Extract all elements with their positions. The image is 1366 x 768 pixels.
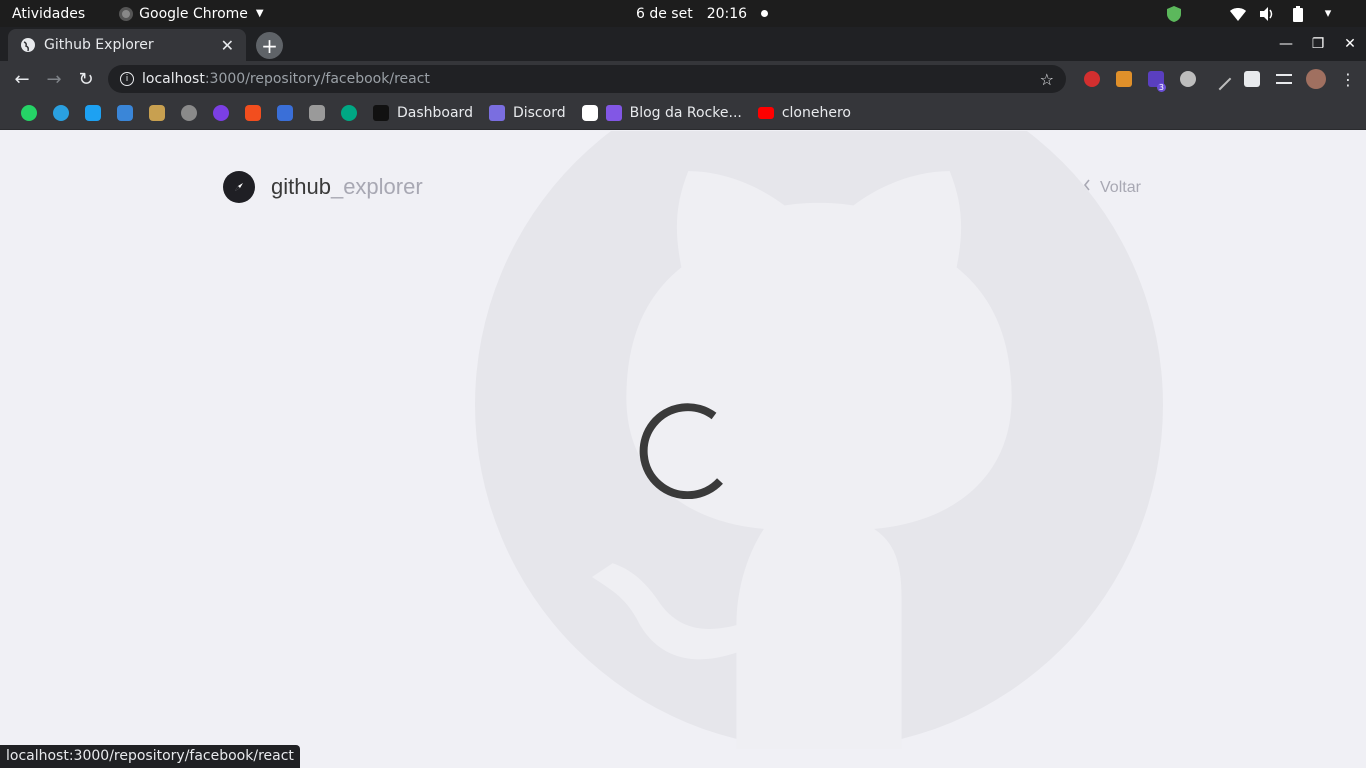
activities-button[interactable]: Atividades xyxy=(12,6,85,22)
forward-arrow-icon[interactable]: → xyxy=(38,61,70,97)
battery-icon[interactable] xyxy=(1290,5,1306,22)
clock-time: 20:16 xyxy=(706,5,748,22)
wifi-icon[interactable] xyxy=(1230,6,1246,22)
telegram-bookmark-icon[interactable] xyxy=(45,97,77,130)
media-queue-icon[interactable] xyxy=(1268,61,1300,97)
tab-strip: Github Explorer ✕ + — ❐ ✕ xyxy=(0,27,1366,61)
bookmark-label: Blog da Rocke... xyxy=(629,105,742,121)
bookmark-blog-rocketseat[interactable]: Blog da Rocke... xyxy=(605,97,750,130)
bds-bookmark-icon[interactable] xyxy=(141,97,173,130)
github-bookmark-icon[interactable] xyxy=(173,97,205,130)
status-url-bubble: localhost:3000/repository/facebook/react xyxy=(0,745,300,768)
profile-avatar[interactable] xyxy=(1300,61,1332,97)
new-tab-button[interactable]: + xyxy=(256,32,283,59)
youtube-icon xyxy=(757,107,774,119)
gear-extension-icon[interactable] xyxy=(1172,61,1204,97)
m-bookmark-icon[interactable] xyxy=(269,97,301,130)
address-bar[interactable]: i localhost:3000/repository/facebook/rea… xyxy=(108,65,1066,93)
bookmark-dashboard[interactable]: Dashboard xyxy=(365,97,481,130)
brand-accent: _explorer xyxy=(330,174,423,199)
twitter-bookmark-icon[interactable] xyxy=(77,97,109,130)
browser-toolbar: ← → ↻ i localhost:3000/repository/facebo… xyxy=(0,61,1366,97)
dashboard-icon xyxy=(373,105,389,121)
outlook-bookmark-icon[interactable] xyxy=(109,97,141,130)
diamond-bookmark-icon[interactable] xyxy=(205,97,237,130)
bookmark-star-icon[interactable]: ☆ xyxy=(1040,70,1054,89)
figma-bookmark-icon[interactable] xyxy=(237,97,269,130)
url-host: localhost xyxy=(142,71,205,87)
back-label: Voltar xyxy=(1100,178,1141,196)
bookmark-label: Dashboard xyxy=(397,105,473,121)
minimize-icon[interactable]: — xyxy=(1270,36,1302,52)
notion-bookmark-icon[interactable] xyxy=(574,97,606,130)
k-extension-icon[interactable] xyxy=(1108,61,1140,97)
brand-name: github_explorer xyxy=(271,174,423,200)
url-path: :3000/repository/facebook/react xyxy=(204,71,430,87)
app-logo[interactable]: github_explorer xyxy=(223,171,423,203)
chrome-icon xyxy=(119,6,134,21)
tab-github-explorer[interactable]: Github Explorer ✕ xyxy=(8,29,246,61)
system-menu-caret-icon[interactable]: ▾ xyxy=(1320,6,1336,22)
cube-extension-icon[interactable]: 3 xyxy=(1140,61,1172,97)
loading-spinner-icon xyxy=(639,403,723,499)
puzzle-icon[interactable] xyxy=(1236,61,1268,97)
tab-title: Github Explorer xyxy=(44,37,154,53)
bookmark-label: Discord xyxy=(512,105,566,121)
bookmark-discord[interactable]: Discord xyxy=(481,97,574,130)
extension-badge: 3 xyxy=(1156,83,1166,92)
compass-icon xyxy=(223,171,255,203)
close-tab-icon[interactable]: ✕ xyxy=(221,36,234,55)
meet-bookmark-icon[interactable] xyxy=(333,97,365,130)
pen-extension-icon[interactable] xyxy=(1204,61,1236,97)
shield-icon[interactable] xyxy=(1166,5,1182,22)
system-top-bar: Atividades Google Chrome ▼ 6 de set 20:1… xyxy=(0,0,1366,27)
maximize-icon[interactable]: ❐ xyxy=(1302,36,1334,52)
back-arrow-icon[interactable]: ← xyxy=(6,61,38,97)
window-controls: — ❐ ✕ xyxy=(1270,27,1366,61)
png-bookmark-icon[interactable] xyxy=(301,97,333,130)
globe-icon xyxy=(20,37,36,53)
discord-icon xyxy=(488,105,505,121)
rocketseat-icon xyxy=(605,105,622,121)
notification-dot-icon xyxy=(761,10,769,17)
bookmark-clonehero[interactable]: clonehero xyxy=(750,97,859,130)
app-name: Google Chrome xyxy=(139,5,248,22)
more-menu-icon[interactable]: ⋮ xyxy=(1332,61,1364,97)
adblock-extension-icon[interactable] xyxy=(1076,61,1108,97)
reload-icon[interactable]: ↻ xyxy=(70,61,102,97)
extensions-area: 3 ⋮ xyxy=(1076,61,1364,97)
github-octocat-watermark-icon xyxy=(475,131,1163,749)
chevron-left-icon xyxy=(1082,178,1092,197)
clock-date: 6 de set xyxy=(636,5,693,22)
clock[interactable]: 6 de set 20:16 xyxy=(636,0,769,27)
bookmarks-bar: Dashboard Discord Blog da Rocke... clone… xyxy=(0,97,1366,130)
site-info-icon[interactable]: i xyxy=(120,72,134,86)
bookmark-label: clonehero xyxy=(781,105,851,121)
whatsapp-bookmark-icon[interactable] xyxy=(13,97,45,130)
close-window-icon[interactable]: ✕ xyxy=(1334,36,1366,52)
page-viewport: github_explorer Voltar xyxy=(0,131,1366,768)
caret-down-icon: ▼ xyxy=(255,8,264,19)
volume-icon[interactable] xyxy=(1260,6,1276,22)
back-link[interactable]: Voltar xyxy=(1082,178,1141,197)
brand-main: github xyxy=(271,174,331,199)
app-menu[interactable]: Google Chrome ▼ xyxy=(119,5,264,22)
